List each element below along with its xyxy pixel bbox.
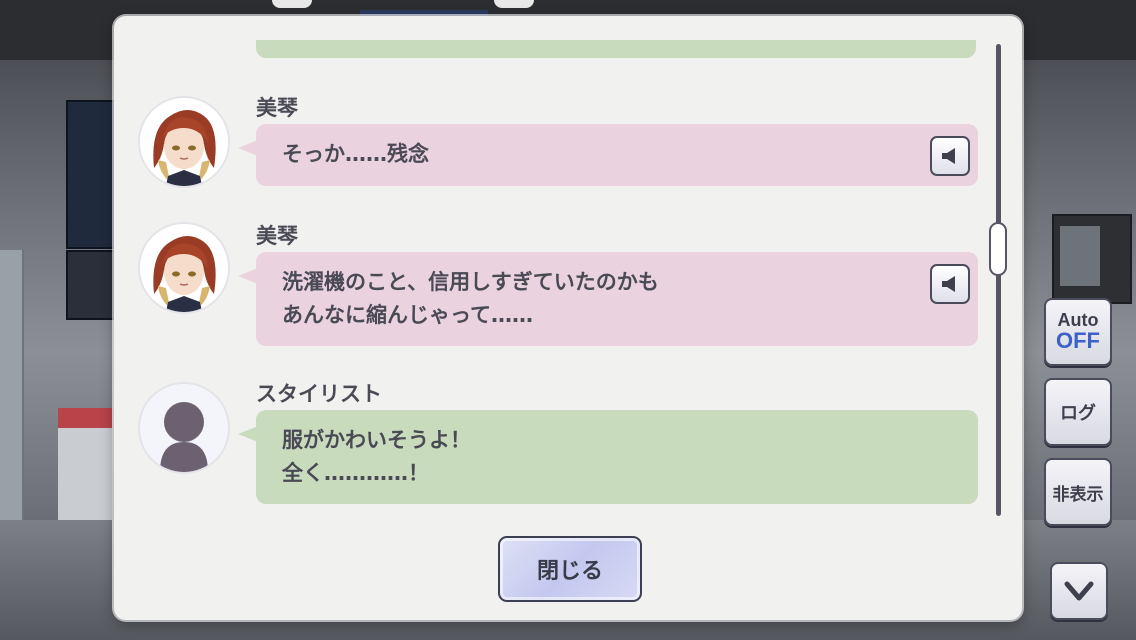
message-bubble: そっか……残念 (238, 124, 978, 186)
scrollbar-track[interactable] (996, 44, 1001, 516)
background-sign (1052, 214, 1132, 304)
message-line: 洗濯機のこと、信用しすぎていたのかも (282, 270, 659, 294)
speaker-name: 美琴 (256, 96, 298, 120)
speaker-name: 美琴 (256, 224, 298, 248)
backlog-panel: 美琴 そっか……残念 美琴 洗濯機のこと、信用しすぎていたのかも あんなに縮んじ… (114, 16, 1022, 620)
scrollbar-thumb[interactable] (989, 222, 1007, 276)
auto-toggle-button[interactable]: Auto OFF (1044, 298, 1112, 366)
close-button[interactable]: 閉じる (498, 536, 642, 602)
message-line: 全く…………！ (282, 461, 429, 485)
speaker-name: スタイリスト (256, 382, 382, 406)
mikoto-avatar (138, 96, 230, 188)
mikoto-portrait (140, 224, 228, 312)
mikoto-avatar (138, 222, 230, 314)
message-bubble: 服がかわいそうよ！ 全く…………！ (238, 410, 978, 504)
ceiling-light (272, 0, 312, 8)
backlog-list[interactable]: 美琴 そっか……残念 美琴 洗濯機のこと、信用しすぎていたのかも あんなに縮んじ… (114, 16, 994, 516)
background-cabinet (58, 408, 112, 538)
message-line: そっか……残念 (282, 142, 429, 166)
mikoto-portrait (140, 98, 228, 186)
voice-replay-button[interactable] (930, 136, 970, 176)
auto-label: Auto (1057, 310, 1099, 330)
log-button[interactable]: ログ (1044, 378, 1112, 446)
message-line: あんなに縮んじゃって…… (282, 303, 533, 327)
log-label: ログ (1060, 403, 1096, 424)
background-wall (0, 250, 24, 520)
stylist-avatar (138, 382, 230, 474)
previous-message-bubble (256, 40, 976, 58)
speaker-icon (942, 148, 955, 164)
chevron-down-icon (1064, 581, 1094, 601)
message-bubble: 洗濯機のこと、信用しすぎていたのかも あんなに縮んじゃって…… (238, 252, 978, 346)
hide-label: 非表示 (1052, 484, 1104, 505)
hide-ui-button[interactable]: 非表示 (1044, 458, 1112, 526)
auto-state: OFF (1056, 328, 1100, 353)
scroll-down-button[interactable] (1050, 562, 1108, 620)
speaker-icon (942, 276, 955, 292)
voice-replay-button[interactable] (930, 264, 970, 304)
message-line: 服がかわいそうよ！ (282, 428, 471, 452)
silhouette-icon (140, 384, 228, 472)
ceiling-light (494, 0, 534, 8)
